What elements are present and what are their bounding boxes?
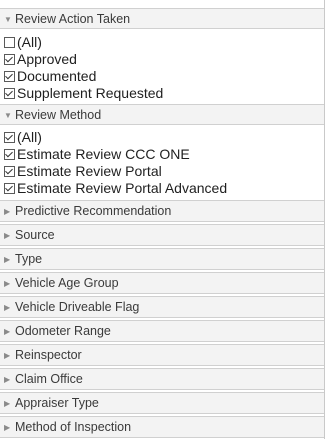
section-header-review-method[interactable]: ▼ Review Method [0,104,324,125]
section-header-claim-office[interactable]: ▶ Claim Office [0,368,324,390]
option-label: Estimate Review CCC ONE [17,146,190,162]
section-header-review-action-taken[interactable]: ▼ Review Action Taken [0,8,324,29]
section-header-appraiser-type[interactable]: ▶ Appraiser Type [0,392,324,414]
option-label: Estimate Review Portal [17,163,162,179]
option-label: (All) [17,34,42,50]
option-estimate-review-portal-advanced[interactable]: Estimate Review Portal Advanced [4,180,227,197]
triangle-right-icon: ▶ [4,279,11,288]
section-title: Review Action Taken [15,12,131,26]
option-estimate-review-portal[interactable]: Estimate Review Portal [4,163,162,180]
checkbox-checked-icon[interactable] [4,132,15,143]
section-header-source[interactable]: ▶ Source [0,224,324,246]
triangle-right-icon: ▶ [4,255,11,264]
option-label: Approved [17,51,77,67]
section-header-reinspector[interactable]: ▶ Reinspector [0,344,324,366]
checkbox-checked-icon[interactable] [4,54,15,65]
section-header-odometer-range[interactable]: ▶ Odometer Range [0,320,324,342]
triangle-right-icon: ▶ [4,351,11,360]
section-title: Vehicle Driveable Flag [15,300,140,314]
option-all[interactable]: (All) [4,34,42,51]
triangle-right-icon: ▶ [4,231,11,240]
option-documented[interactable]: Documented [4,68,96,85]
triangle-down-icon: ▼ [4,111,12,120]
section-title: Claim Office [15,372,83,386]
section-title: Review Method [15,108,102,122]
triangle-down-icon: ▼ [4,15,12,24]
section-header-predictive-recommendation[interactable]: ▶ Predictive Recommendation [0,200,324,222]
option-label: Estimate Review Portal Advanced [17,180,228,196]
filter-panel: ▼ Review Action Taken (All) Approved Docu… [0,0,325,439]
option-label: Supplement Requested [17,85,164,101]
section-title: Predictive Recommendation [15,204,172,218]
checkbox-checked-icon[interactable] [4,71,15,82]
checkbox-checked-icon[interactable] [4,183,15,194]
section-header-vehicle-age-group[interactable]: ▶ Vehicle Age Group [0,272,324,294]
checkbox-checked-icon[interactable] [4,166,15,177]
section-title: Vehicle Age Group [15,276,119,290]
section-header-method-of-inspection[interactable]: ▶ Method of Inspection [0,416,324,438]
section-title: Odometer Range [15,324,111,338]
section-title: Source [15,228,55,242]
checkbox-checked-icon[interactable] [4,149,15,160]
section-title: Method of Inspection [15,420,132,434]
option-label: Documented [17,68,97,84]
triangle-right-icon: ▶ [4,303,11,312]
option-all[interactable]: (All) [4,129,42,146]
section-title: Reinspector [15,348,82,362]
option-estimate-review-ccc-one[interactable]: Estimate Review CCC ONE [4,146,190,163]
triangle-right-icon: ▶ [4,375,11,384]
triangle-right-icon: ▶ [4,327,11,336]
triangle-right-icon: ▶ [4,207,11,216]
option-label: (All) [17,129,42,145]
checkbox-icon[interactable] [4,37,15,48]
checkbox-checked-icon[interactable] [4,88,15,99]
section-header-type[interactable]: ▶ Type [0,248,324,270]
section-title: Type [15,252,43,266]
triangle-right-icon: ▶ [4,399,11,408]
section-header-vehicle-driveable-flag[interactable]: ▶ Vehicle Driveable Flag [0,296,324,318]
option-approved[interactable]: Approved [4,51,77,68]
section-title: Appraiser Type [15,396,99,410]
triangle-right-icon: ▶ [4,423,11,432]
option-supplement-requested[interactable]: Supplement Requested [4,85,163,102]
